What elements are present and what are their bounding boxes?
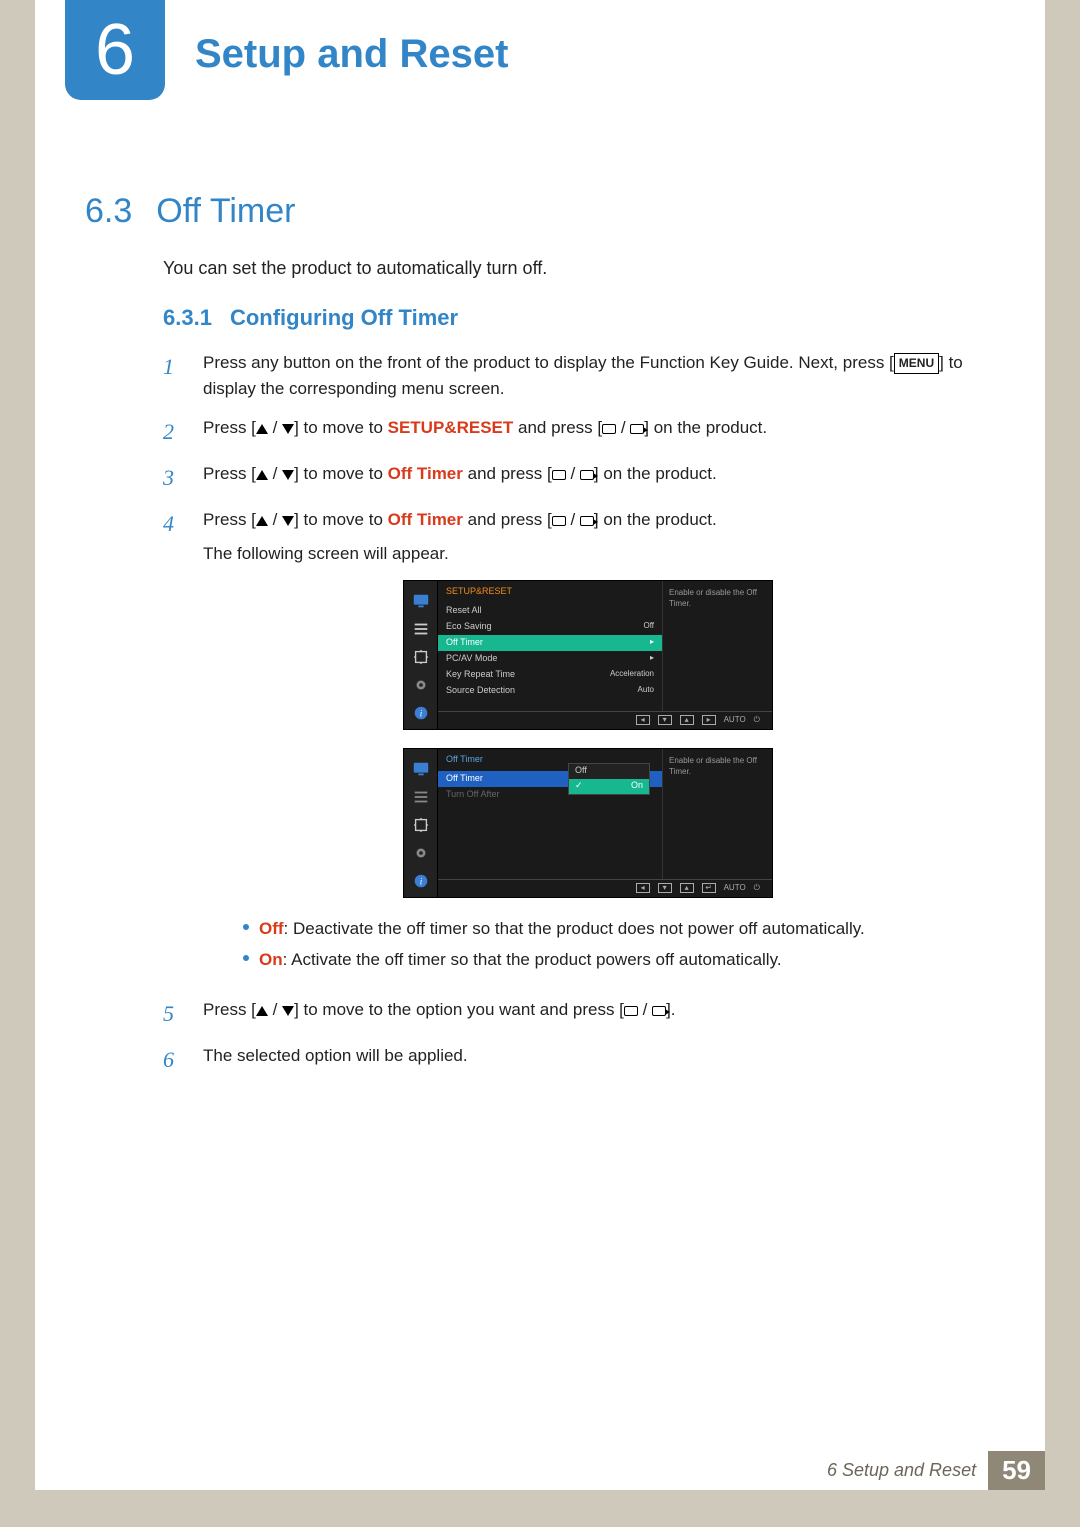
- osd-menu-item: Off Timer▸: [438, 635, 662, 651]
- osd-option: Off: [569, 764, 649, 779]
- list-icon: [404, 617, 437, 641]
- osd-sidebar-icons: i: [404, 749, 438, 897]
- chapter-number: 6: [95, 9, 135, 91]
- gear-icon: [404, 841, 437, 865]
- display-icon: [552, 516, 566, 526]
- section-heading: 6.3 Off Timer: [85, 192, 295, 231]
- osd-header: SETUP&RESET: [438, 581, 662, 603]
- enter-icon: [630, 424, 644, 434]
- section-number: 6.3: [85, 192, 132, 231]
- info-icon: i: [404, 701, 437, 725]
- section-intro: You can set the product to automatically…: [163, 258, 547, 279]
- down-icon: ▾: [658, 715, 672, 725]
- resize-icon: [404, 813, 437, 837]
- up-icon: [256, 470, 268, 480]
- bullet-off: Off: Deactivate the off timer so that th…: [243, 916, 983, 942]
- osd-screenshot-1: i SETUP&RESET Reset AllEco SavingOffOff …: [403, 580, 773, 730]
- osd-sidebar-icons: i: [404, 581, 438, 729]
- page-number: 59: [988, 1451, 1045, 1490]
- osd-option: On: [569, 779, 649, 794]
- osd-help-text: Enable or disable the Off Timer.: [662, 749, 772, 879]
- enter-icon: [580, 516, 594, 526]
- footer-chapter-ref: 6 Setup and Reset: [827, 1460, 976, 1481]
- up-icon: [256, 516, 268, 526]
- osd-help-text: Enable or disable the Off Timer.: [662, 581, 772, 711]
- power-icon: ⏻: [754, 714, 760, 726]
- info-icon: i: [404, 869, 437, 893]
- subsection-title: Configuring Off Timer: [230, 305, 458, 331]
- left-icon: ◂: [636, 715, 650, 725]
- step-2: 2 Press [ / ] to move to SETUP&RESET and…: [163, 415, 983, 449]
- step-6: 6 The selected option will be applied.: [163, 1043, 983, 1077]
- down-icon: [282, 1006, 294, 1016]
- display-icon: [624, 1006, 638, 1016]
- down-icon: [282, 470, 294, 480]
- up-icon: [256, 424, 268, 434]
- chapter-title: Setup and Reset: [195, 32, 508, 77]
- osd-options-panel: OffOn: [568, 763, 650, 795]
- right-icon: ▸: [702, 715, 716, 725]
- gear-icon: [404, 673, 437, 697]
- down-icon: [282, 424, 294, 434]
- display-icon: [602, 424, 616, 434]
- subsection-number: 6.3.1: [163, 305, 212, 331]
- bullet-on: On: Activate the off timer so that the p…: [243, 947, 983, 973]
- up-icon: ▴: [680, 715, 694, 725]
- osd-screenshot-2: i Off Timer Off TimerTurn Off After OffO…: [403, 748, 773, 898]
- display-icon: [552, 470, 566, 480]
- osd-footer-bar: ◂ ▾ ▴ ▸ AUTO ⏻: [438, 711, 772, 729]
- step-1: 1 Press any button on the front of the p…: [163, 350, 983, 403]
- option-descriptions: Off: Deactivate the off timer so that th…: [243, 916, 983, 973]
- step-3: 3 Press [ / ] to move to Off Timer and p…: [163, 461, 983, 495]
- chapter-badge: 6: [65, 0, 165, 100]
- bullet-icon: [243, 924, 249, 930]
- steps-list: 1 Press any button on the front of the p…: [163, 350, 983, 1089]
- left-icon: ◂: [636, 883, 650, 893]
- section-title: Off Timer: [156, 192, 295, 231]
- auto-button-label: AUTO: [724, 714, 746, 726]
- bullet-icon: [243, 955, 249, 961]
- down-icon: [282, 516, 294, 526]
- resize-icon: [404, 645, 437, 669]
- menu-button-label: MENU: [894, 353, 939, 374]
- enter-icon: [580, 470, 594, 480]
- osd-menu-item: Source DetectionAuto: [438, 683, 662, 699]
- step-5: 5 Press [ / ] to move to the option you …: [163, 997, 983, 1031]
- power-icon: ⏻: [754, 882, 760, 894]
- down-icon: ▾: [658, 883, 672, 893]
- step-4: 4 Press [ / ] to move to Off Timer and p…: [163, 507, 983, 985]
- monitor-icon: [404, 589, 437, 613]
- osd-menu-item: PC/AV Mode▸: [438, 651, 662, 667]
- list-icon: [404, 785, 437, 809]
- osd-menu-item: Reset All: [438, 603, 662, 619]
- auto-button-label: AUTO: [724, 882, 746, 894]
- page-footer: 6 Setup and Reset 59: [827, 1450, 1045, 1490]
- enter-icon: [652, 1006, 666, 1016]
- up-icon: ▴: [680, 883, 694, 893]
- monitor-icon: [404, 757, 437, 781]
- osd-menu-item: Eco SavingOff: [438, 619, 662, 635]
- osd-footer-bar: ◂ ▾ ▴ ↵ AUTO ⏻: [438, 879, 772, 897]
- enter-icon: ↵: [702, 883, 716, 893]
- up-icon: [256, 1006, 268, 1016]
- subsection-heading: 6.3.1 Configuring Off Timer: [163, 305, 458, 331]
- osd-menu-item: Key Repeat TimeAcceleration: [438, 667, 662, 683]
